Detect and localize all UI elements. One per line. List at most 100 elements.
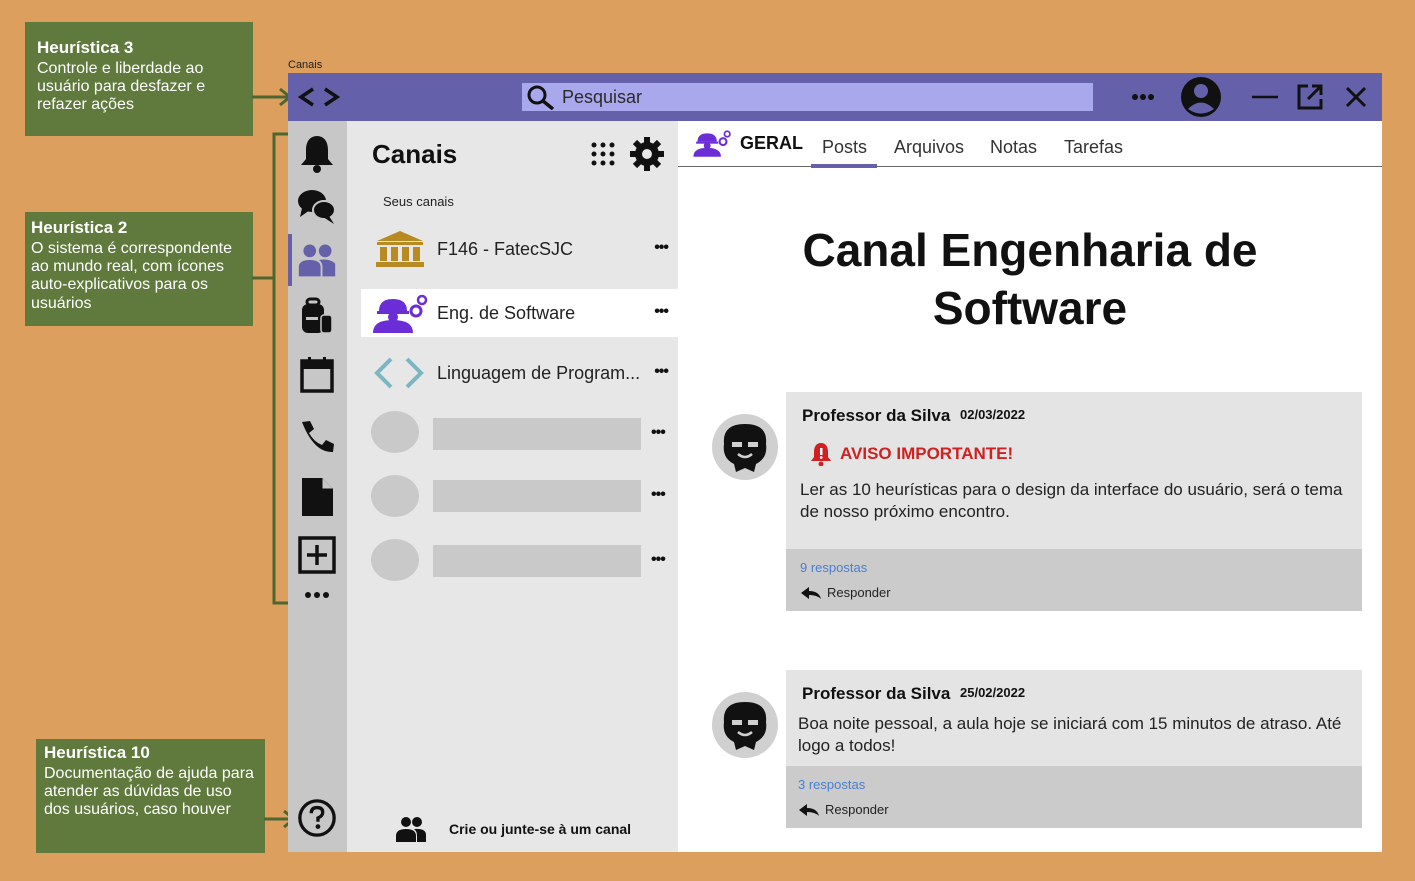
backpack-icon[interactable] (297, 296, 337, 336)
placeholder-label (433, 418, 641, 450)
annotation-heuristic-10: Heurística 10 Documentação de ajuda para… (36, 739, 265, 853)
tab-posts[interactable]: Posts (822, 137, 867, 158)
post-date: 02/03/2022 (960, 407, 1026, 422)
app-window: Pesquisar Canais Seus canais F146 - Fate… (288, 73, 1382, 852)
post-body: Boa noite pessoal, a aula hoje se inicia… (798, 714, 1342, 755)
placeholder-icon (371, 475, 419, 517)
channel-item-fatec[interactable]: F146 - FatecSJC ••• (361, 225, 678, 273)
search-placeholder: Pesquisar (562, 86, 643, 107)
bell-icon[interactable] (297, 133, 337, 173)
annotation-title: Heurística 3 (37, 38, 134, 57)
grid-icon[interactable] (590, 141, 616, 167)
code-icon (374, 357, 424, 389)
create-join-channel-button[interactable]: Crie ou junte-se à um canal (395, 815, 631, 843)
post-card: Professor da Silva 25/02/2022 Boa noite … (786, 670, 1362, 828)
institution-icon (376, 231, 424, 267)
file-icon[interactable] (297, 477, 337, 517)
search-icon (527, 85, 555, 110)
channel-title-line: Canal Engenharia de (802, 224, 1258, 276)
forward-arrow-icon[interactable] (321, 84, 343, 110)
engineer-icon (373, 294, 428, 333)
gear-icon[interactable] (629, 136, 665, 172)
avatar[interactable] (712, 414, 778, 480)
annotation-heuristic-3: Heurística 3 Controle e liberdade ao usu… (25, 22, 253, 136)
channel-tag: GERAL (692, 128, 803, 158)
channel-options[interactable]: ••• (654, 303, 669, 321)
channel-options[interactable]: ••• (651, 551, 666, 569)
alert-text: AVISO IMPORTANTE! (840, 444, 1014, 463)
annotation-heuristic-2: Heurística 2 O sistema é correspondente … (25, 212, 253, 326)
alert-label: AVISO IMPORTANTE! (810, 442, 1013, 466)
team-icon[interactable] (297, 240, 337, 280)
channels-pane: Canais Seus canais F146 - FatecSJC ••• E… (347, 121, 678, 852)
reply-icon (799, 803, 819, 816)
create-join-label: Crie ou junte-se à um canal (449, 821, 632, 837)
reply-icon (801, 586, 821, 599)
placeholder-label (433, 480, 641, 512)
replies-link[interactable]: 9 respostas (800, 560, 867, 575)
channel-item-linguagem[interactable]: Linguagem de Program... ••• (361, 349, 678, 397)
avatar[interactable] (712, 692, 778, 758)
channel-options[interactable]: ••• (654, 363, 669, 381)
popout-icon[interactable] (1296, 83, 1324, 111)
back-arrow-icon[interactable] (295, 84, 317, 110)
help-icon[interactable] (297, 798, 337, 838)
replies-link[interactable]: 3 respostas (798, 777, 865, 792)
user-avatar-icon[interactable] (1180, 76, 1222, 118)
chat-icon[interactable] (297, 187, 337, 227)
search-input[interactable]: Pesquisar (522, 83, 1093, 111)
more-options-icon[interactable] (1130, 87, 1160, 107)
channel-options[interactable]: ••• (651, 486, 666, 504)
annotation-text: O sistema é correspondente ao mundo real… (31, 239, 232, 312)
annotation-text: Controle e liberdade ao usuário para des… (37, 59, 206, 114)
post-body: Ler as 10 heurísticas para o design da i… (800, 480, 1343, 521)
title-bar: Pesquisar (288, 73, 1382, 121)
app-rail (288, 121, 347, 852)
reply-label: Responder (827, 585, 891, 600)
engineer-icon (693, 130, 731, 157)
post-footer: 9 respostas Responder (786, 549, 1362, 611)
post-card: Professor da Silva 02/03/2022 AVISO IMPO… (786, 392, 1362, 611)
main-content: GERAL Posts Arquivos Notas Tarefas Canal… (678, 121, 1382, 852)
channel-label: Eng. de Software (437, 302, 576, 323)
nav-arrows (295, 84, 345, 110)
post-footer: 3 respostas Responder (786, 766, 1362, 828)
placeholder-label (433, 545, 641, 577)
channels-title: Canais (372, 139, 458, 169)
channel-options[interactable]: ••• (651, 424, 666, 442)
tab-notas[interactable]: Notas (990, 137, 1037, 158)
channel-title: Canal Engenharia de Software (678, 221, 1382, 337)
rail-active-indicator (288, 234, 292, 286)
people-icon (396, 817, 426, 842)
post-author: Professor da Silva (802, 406, 951, 425)
active-tab-indicator (811, 164, 877, 168)
post-date: 25/02/2022 (960, 685, 1026, 700)
tab-arquivos[interactable]: Arquivos (894, 137, 964, 158)
phone-icon[interactable] (297, 416, 337, 456)
alert-bell-icon (811, 443, 831, 466)
channels-section-label: Seus canais (383, 194, 454, 209)
placeholder-icon (371, 539, 419, 581)
channel-title-line: Software (932, 282, 1128, 334)
more-icon[interactable] (297, 583, 337, 607)
tab-bar: GERAL Posts Arquivos Notas Tarefas (678, 121, 1382, 168)
placeholder-icon (371, 411, 419, 453)
reply-button[interactable]: Responder (800, 585, 891, 600)
tab-tarefas[interactable]: Tarefas (1064, 137, 1123, 158)
channel-label: Linguagem de Program... (437, 362, 641, 383)
channel-item-eng-software[interactable]: Eng. de Software ••• (361, 289, 678, 337)
post-author: Professor da Silva (802, 684, 951, 703)
calendar-icon[interactable] (297, 355, 337, 395)
frame-label: Canais (288, 59, 323, 71)
channel-tag-label: GERAL (740, 132, 803, 153)
reply-button[interactable]: Responder (798, 802, 889, 817)
close-icon[interactable] (1344, 85, 1368, 109)
channel-options[interactable]: ••• (654, 239, 669, 257)
title-actions (1130, 76, 1368, 118)
annotation-title: Heurística 2 (31, 218, 128, 237)
add-icon[interactable] (297, 535, 337, 575)
annotation-title: Heurística 10 (44, 743, 150, 762)
minimize-icon[interactable] (1250, 82, 1280, 112)
annotation-text: Documentação de ajuda para atender as dú… (44, 764, 254, 819)
reply-label: Responder (825, 802, 889, 817)
